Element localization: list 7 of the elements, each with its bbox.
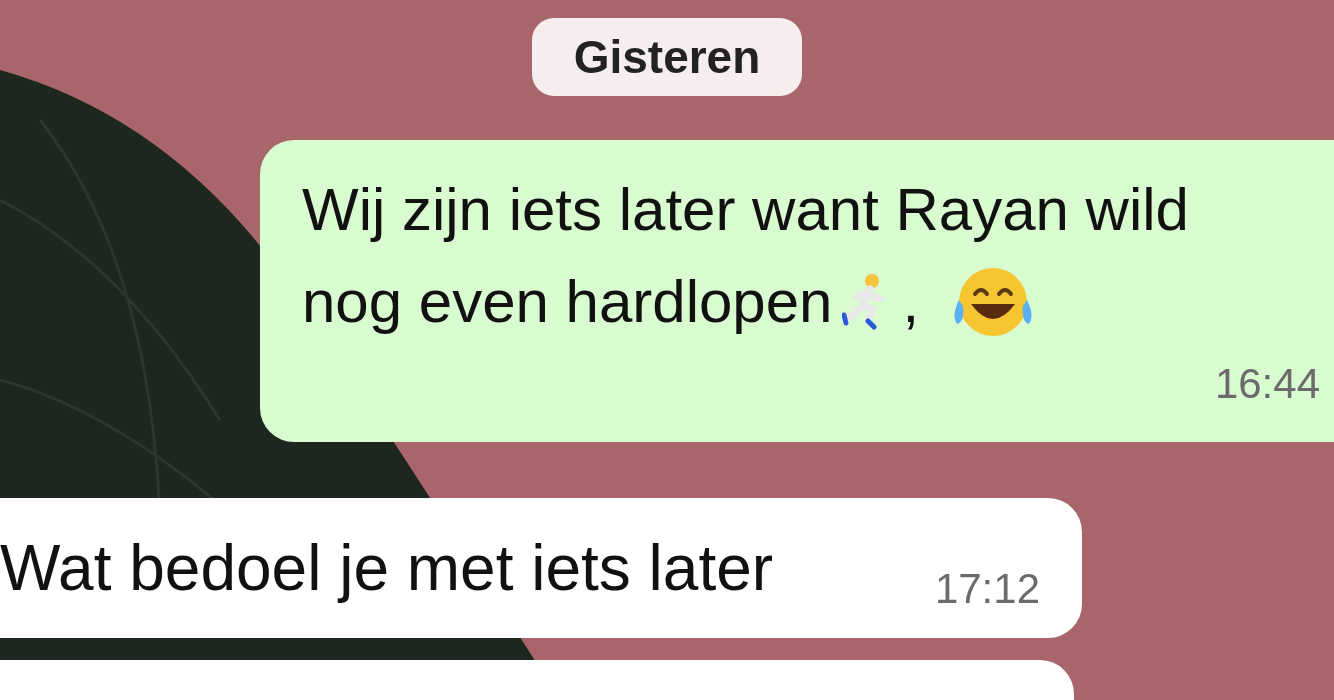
message-time: 17:12: [934, 563, 1040, 614]
message-text: ,: [902, 267, 920, 337]
date-chip: Gisteren: [531, 18, 803, 96]
message-text: Wat bedoel je met iets later: [0, 531, 774, 606]
message-text: Wij zijn iets later want Rayan wild: [302, 175, 1190, 245]
message-time: 16:44: [1214, 359, 1320, 409]
message-text: nog even hardlopen: [302, 267, 833, 337]
